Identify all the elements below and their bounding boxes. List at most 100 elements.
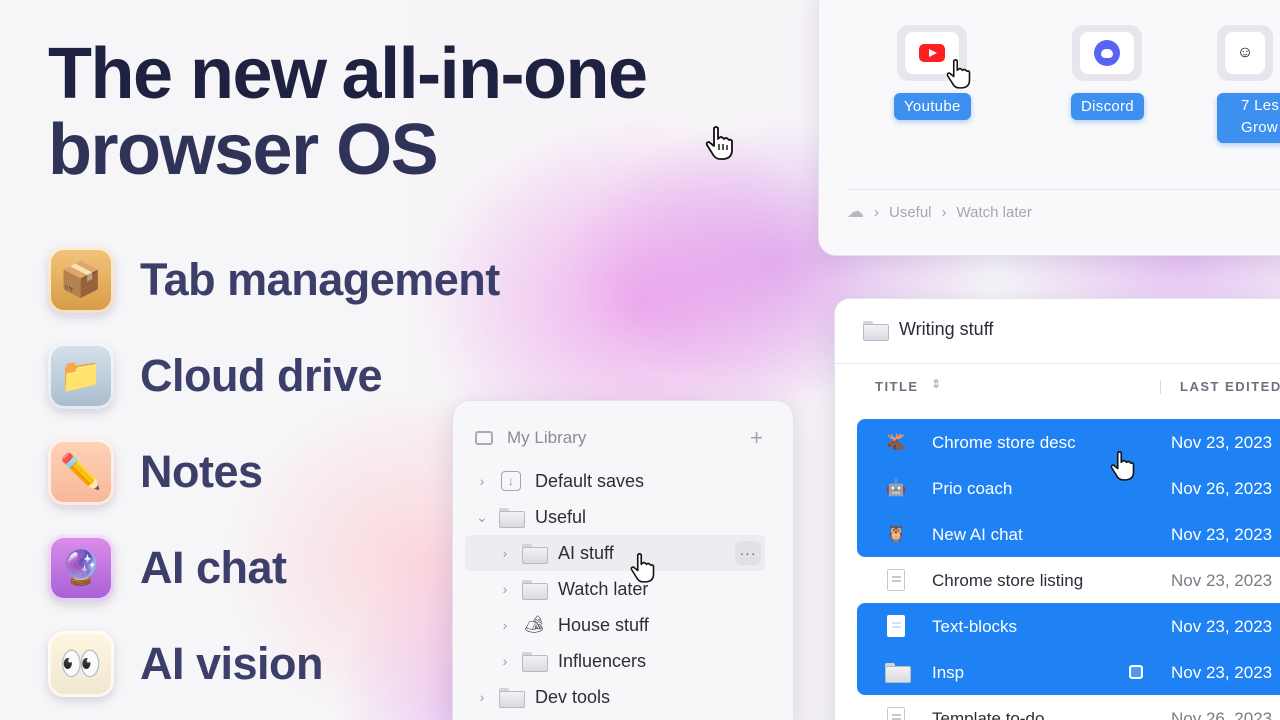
app-label[interactable]: Discord — [1071, 93, 1144, 120]
table-row[interactable]: 🦉 New AI chat Nov 23, 2023 — [857, 511, 1280, 557]
row-title: Text-blocks — [932, 617, 1018, 636]
row-date: Nov 23, 2023 — [1171, 525, 1273, 544]
row-checkbox[interactable] — [1129, 665, 1143, 679]
headline-line2: browser OS — [48, 110, 439, 190]
breadcrumb-item[interactable]: Watch later — [957, 204, 1032, 221]
feature-notes: ✏️ Notes — [48, 424, 500, 520]
hand-cursor-icon — [946, 59, 971, 89]
row-date: Nov 23, 2023 — [1171, 663, 1273, 682]
column-last-edited[interactable]: LAST EDITED — [1180, 379, 1280, 394]
row-date: Nov 23, 2023 — [1171, 433, 1273, 452]
package-icon: 📦 — [48, 247, 114, 313]
robot-icon: 🤖 — [886, 480, 906, 497]
chevron-right-icon[interactable]: › — [498, 581, 512, 597]
chevron-right-icon[interactable]: › — [498, 653, 512, 669]
owl-icon: 🦉 — [886, 526, 906, 543]
feature-label: AI chat — [140, 542, 287, 593]
chevron-right-icon[interactable]: › — [498, 545, 512, 561]
feature-label: Notes — [140, 446, 263, 497]
tree-item-label: AI stuff — [558, 542, 614, 563]
feature-label: Tab management — [140, 254, 500, 305]
library-header: My Library + — [475, 425, 763, 451]
tree-item-label: Influencers — [558, 650, 647, 671]
headline-highlight[interactable]: all-in-one — [331, 22, 694, 130]
document-icon — [885, 615, 907, 637]
table-row[interactable]: Template to-do Nov 26, 2023 — [857, 695, 1280, 720]
feature-tab-management: 📦 Tab management — [48, 232, 500, 328]
row-title: New AI chat — [932, 525, 1023, 544]
library-tree: › ↓ Default saves ⌄ Useful › AI stuff ··… — [465, 463, 765, 715]
row-title: Chrome store desc — [932, 433, 1076, 452]
chevron-right-icon[interactable]: › — [475, 473, 489, 489]
hand-cursor-icon — [630, 553, 655, 583]
feature-ai-vision: 👀 AI vision — [48, 616, 500, 712]
tree-item-default-saves[interactable]: › ↓ Default saves — [465, 463, 765, 499]
folder-icon — [863, 320, 889, 341]
table-row[interactable]: 🤖 Prio coach Nov 26, 2023 — [857, 465, 1280, 511]
chevron-right-icon[interactable]: › — [475, 689, 489, 705]
download-box-icon: ↓ — [499, 471, 523, 491]
folder-icon — [522, 579, 548, 600]
row-title: Template to-do — [932, 709, 1045, 720]
writing-panel: Writing stuff TITLE ⇕ LAST EDITED 🫎 Chro… — [834, 298, 1280, 720]
app-icon: ☺ — [1236, 44, 1254, 61]
tree-item-watch-later[interactable]: › Watch later — [465, 571, 765, 607]
library-panel: My Library + › ↓ Default saves ⌄ Useful … — [452, 400, 794, 720]
panel-header: Writing stuff — [863, 319, 994, 341]
apps-panel: Youtube Discord ☺ 7 Les Grow ☁ › Useful … — [818, 0, 1280, 256]
tree-item-influencers[interactable]: › Influencers — [465, 643, 765, 679]
app-7-les-grow[interactable]: ☺ 7 Les Grow — [1217, 25, 1280, 143]
tree-item-useful[interactable]: ⌄ Useful — [465, 499, 765, 535]
crystal-ball-icon: 🔮 — [48, 535, 114, 601]
document-icon — [885, 707, 907, 720]
table-row[interactable]: Text-blocks Nov 23, 2023 — [857, 603, 1280, 649]
feature-label: AI vision — [140, 638, 324, 689]
column-divider — [1160, 380, 1161, 394]
row-date: Nov 26, 2023 — [1171, 709, 1273, 720]
folder-icon — [499, 507, 525, 528]
app-tile[interactable] — [1072, 25, 1143, 81]
more-options-button[interactable]: ··· — [735, 541, 761, 565]
panel-title: Writing stuff — [899, 319, 994, 339]
row-title: Prio coach — [932, 479, 1013, 498]
camping-icon: 🏕 — [523, 615, 545, 634]
tree-item-ai-stuff[interactable]: › AI stuff ··· — [465, 535, 765, 571]
tree-item-dev-tools[interactable]: › Dev tools — [465, 679, 765, 715]
chevron-right-icon[interactable]: › — [498, 617, 512, 633]
add-button[interactable]: + — [750, 425, 763, 451]
folder-icon — [522, 543, 548, 564]
table-row[interactable]: 🫎 Chrome store desc Nov 23, 2023 — [857, 419, 1280, 465]
row-title: Chrome store listing — [932, 571, 1084, 590]
table-row[interactable]: Chrome store listing Nov 23, 2023 — [857, 557, 1280, 603]
folder-icon — [499, 687, 525, 708]
row-date: Nov 23, 2023 — [1171, 617, 1273, 636]
tree-item-house-stuff[interactable]: › 🏕 House stuff — [465, 607, 765, 643]
moose-icon: 🫎 — [886, 434, 906, 451]
feature-list: 📦 Tab management 📁 Cloud drive ✏️ Notes … — [48, 232, 500, 712]
breadcrumb-item[interactable]: Useful — [889, 204, 932, 221]
app-label[interactable]: 7 Les Grow — [1217, 93, 1280, 143]
youtube-icon — [919, 44, 946, 62]
hand-cursor-icon — [705, 126, 733, 160]
app-label[interactable]: Youtube — [894, 93, 971, 120]
app-grid: Youtube Discord ☺ 7 Les Grow — [819, 25, 1280, 145]
chevron-right-icon: › — [874, 203, 879, 221]
app-tile[interactable]: ☺ — [1217, 25, 1273, 81]
chevron-down-icon[interactable]: ⌄ — [475, 509, 489, 526]
table-body: 🫎 Chrome store desc Nov 23, 2023 🤖 Prio … — [857, 419, 1280, 720]
table-row[interactable]: Insp Nov 23, 2023 — [857, 649, 1280, 695]
folder-icon — [885, 661, 911, 683]
row-date: Nov 26, 2023 — [1171, 479, 1273, 498]
pencil-icon: ✏️ — [48, 439, 114, 505]
column-title[interactable]: TITLE — [875, 379, 919, 394]
app-discord[interactable]: Discord — [1071, 25, 1144, 120]
library-title: My Library — [507, 428, 587, 447]
feature-cloud-drive: 📁 Cloud drive — [48, 328, 500, 424]
chevron-right-icon: › — [941, 203, 947, 221]
sort-icon[interactable]: ⇕ — [931, 377, 943, 391]
drive-icon — [475, 431, 493, 445]
row-title: Insp — [932, 663, 965, 682]
tree-item-label: Useful — [535, 506, 587, 527]
document-icon — [885, 569, 907, 591]
discord-icon — [1094, 40, 1121, 66]
